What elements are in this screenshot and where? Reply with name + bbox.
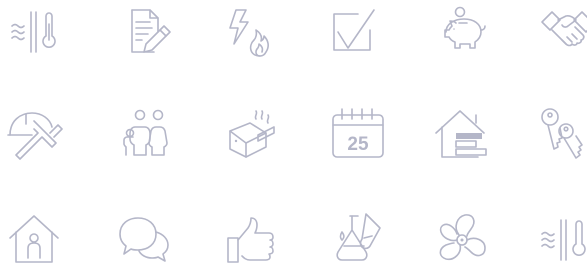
keys-icon: [534, 105, 587, 165]
piggy-bank-icon: [432, 2, 492, 62]
heat-wall-icon: [534, 210, 587, 270]
document-edit-icon: [114, 2, 174, 62]
checkbox-icon: [326, 2, 386, 62]
calendar-icon: 25: [328, 105, 388, 165]
power-gas-icon: [222, 2, 282, 62]
icon-grid: 25: [0, 0, 587, 273]
speech-bubbles-icon: [114, 210, 174, 270]
hardhat-hammer-icon: [4, 105, 64, 165]
calendar-day: 25: [347, 134, 369, 155]
energy-house-icon: [432, 105, 492, 165]
lab-flask-icon: [328, 210, 388, 270]
boiler-steam-icon: [222, 105, 282, 165]
house-person-icon: [4, 210, 64, 270]
handshake-icon: [538, 2, 587, 62]
thumbs-up-icon: [222, 210, 282, 270]
family-icon: [120, 105, 180, 165]
fan-icon: [432, 210, 492, 270]
heat-wall-icon: [4, 2, 64, 62]
